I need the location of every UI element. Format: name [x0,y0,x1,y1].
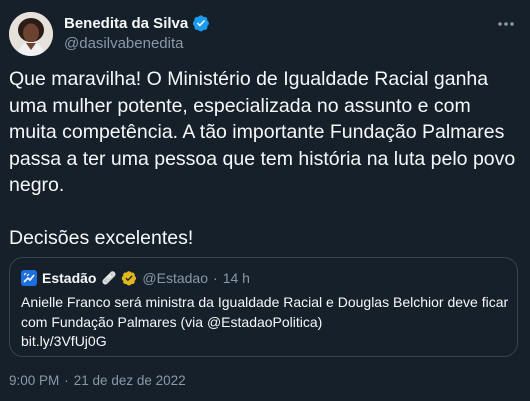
gold-verified-icon [121,270,137,286]
more-horizontal-icon [498,22,514,26]
tweet: Benedita da Silva @dasilvabenedita Que m… [0,0,530,401]
author-name-row: Benedita da Silva [64,14,210,32]
tweet-text: Que maravilha! O Ministério de Igualdade… [9,68,516,249]
tweet-time: 9:00 PM [9,373,60,388]
author-handle[interactable]: @dasilvabenedita [64,35,183,52]
bandage-emoji: 🩹 [101,271,117,285]
quoted-tweet-card[interactable]: Estadão 🩹 @Estadao · 14 h Anielle Franco… [9,257,518,357]
author-display-name[interactable]: Benedita da Silva [64,15,188,32]
timestamp-separator: · [64,373,69,388]
quoted-tweet-text: Anielle Franco será ministra da Igualdad… [21,293,511,352]
avatar[interactable] [9,12,53,56]
quoted-time[interactable]: 14 h [223,270,250,286]
profile-photo-icon [9,12,53,56]
tweet-timestamp[interactable]: 9:00 PM · 21 de dez de 2022 [9,373,186,388]
quoted-author-name[interactable]: Estadão [42,270,96,286]
tweet-date: 21 de dez de 2022 [73,373,186,388]
more-options-button[interactable] [492,10,520,38]
quoted-separator: · [213,270,218,286]
quoted-author-handle[interactable]: @Estadao [142,270,208,286]
estadao-logo-icon [21,270,37,286]
quoted-link[interactable]: bit.ly/3VfUj0G [21,332,511,352]
quoted-text-body: Anielle Franco será ministra da Igualdad… [21,294,509,330]
verified-badge-icon [192,14,210,32]
quoted-tweet-header: Estadão 🩹 @Estadao · 14 h [21,270,250,286]
